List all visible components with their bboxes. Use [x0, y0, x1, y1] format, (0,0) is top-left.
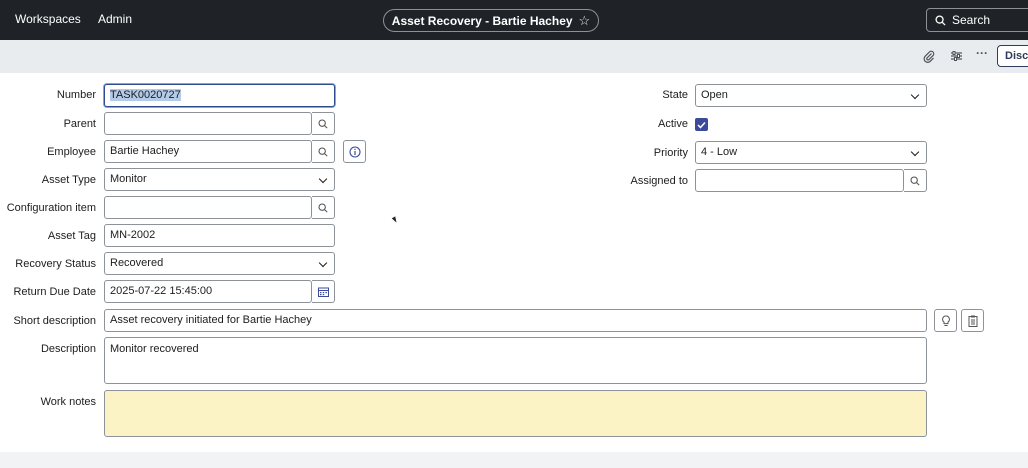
priority-select[interactable]: 4 - Low — [695, 141, 927, 164]
more-icon[interactable]: ··· — [975, 46, 989, 60]
employee-info-button[interactable] — [343, 140, 366, 163]
sliders-icon[interactable] — [949, 49, 963, 63]
info-icon — [348, 145, 361, 158]
asset-tag-field[interactable]: MN-2002 — [104, 224, 335, 247]
parent-field[interactable] — [104, 112, 312, 135]
employee-label: Employee — [47, 146, 96, 158]
work-notes-label: Work notes — [40, 396, 96, 408]
lightbulb-icon — [941, 314, 950, 326]
parent-lookup-button[interactable] — [312, 112, 335, 135]
active-checkbox[interactable] — [695, 118, 708, 131]
number-label: Number — [56, 89, 96, 101]
clipboard-icon — [968, 315, 977, 327]
mouse-cursor — [391, 216, 399, 224]
global-search[interactable]: Search — [926, 8, 1028, 32]
asset-type-select[interactable]: Monitor — [104, 168, 335, 191]
search-icon — [935, 14, 946, 26]
calendar-button[interactable] — [312, 280, 335, 303]
suggestion-button[interactable] — [934, 309, 957, 332]
bottom-strip — [0, 452, 1028, 468]
asset-type-label: Asset Type — [41, 174, 96, 186]
description-textarea[interactable]: Monitor recovered — [104, 337, 927, 384]
assigned-to-field[interactable] — [695, 169, 904, 192]
state-select[interactable]: Open — [695, 84, 927, 107]
admin-menu[interactable]: Admin — [98, 12, 132, 26]
return-due-date-field[interactable]: 2025-07-22 15:45:00 — [104, 280, 312, 303]
form-toolbar: ··· Discuss — [0, 40, 1028, 73]
search-icon — [318, 202, 328, 213]
short-description-field[interactable]: Asset recovery initiated for Bartie Hach… — [104, 309, 927, 332]
asset-tag-label: Asset Tag — [47, 230, 96, 242]
assigned-to-lookup-button[interactable] — [904, 169, 927, 192]
priority-label: Priority — [653, 147, 688, 159]
parent-label: Parent — [63, 118, 96, 130]
search-icon — [318, 146, 328, 157]
workspaces-menu[interactable]: Workspaces — [15, 12, 81, 26]
recovery-status-label: Recovery Status — [15, 258, 96, 270]
template-button[interactable] — [961, 309, 984, 332]
configuration-item-field[interactable] — [104, 196, 312, 219]
top-nav: Workspaces Admin Asset Recovery - Bartie… — [0, 0, 1028, 40]
search-label: Search — [952, 13, 991, 27]
discuss-button[interactable]: Discuss — [997, 45, 1028, 67]
record-title-pill[interactable]: Asset Recovery - Bartie Hachey ☆ — [383, 9, 599, 32]
checkmark-icon — [697, 121, 706, 129]
record-title: Asset Recovery - Bartie Hachey — [391, 13, 573, 28]
return-due-date-label: Return Due Date — [13, 286, 96, 298]
recovery-status-select[interactable]: Recovered — [104, 252, 335, 275]
paperclip-icon[interactable] — [922, 49, 936, 63]
number-value: TASK0020727 — [110, 89, 181, 101]
short-description-label: Short description — [13, 315, 96, 327]
star-icon[interactable]: ☆ — [579, 13, 591, 29]
calendar-icon — [317, 287, 329, 297]
employee-lookup-button[interactable] — [312, 140, 335, 163]
search-icon — [318, 118, 328, 129]
assigned-to-label: Assigned to — [630, 175, 688, 187]
work-notes-textarea[interactable] — [104, 390, 927, 437]
configuration-item-label: Configuration item — [6, 202, 96, 214]
search-icon — [910, 175, 920, 186]
number-field[interactable]: TASK0020727 — [104, 84, 335, 107]
employee-field[interactable]: Bartie Hachey — [104, 140, 312, 163]
state-label: State — [662, 89, 688, 101]
active-label: Active — [658, 118, 688, 130]
description-label: Description — [40, 343, 96, 355]
configuration-item-lookup-button[interactable] — [312, 196, 335, 219]
